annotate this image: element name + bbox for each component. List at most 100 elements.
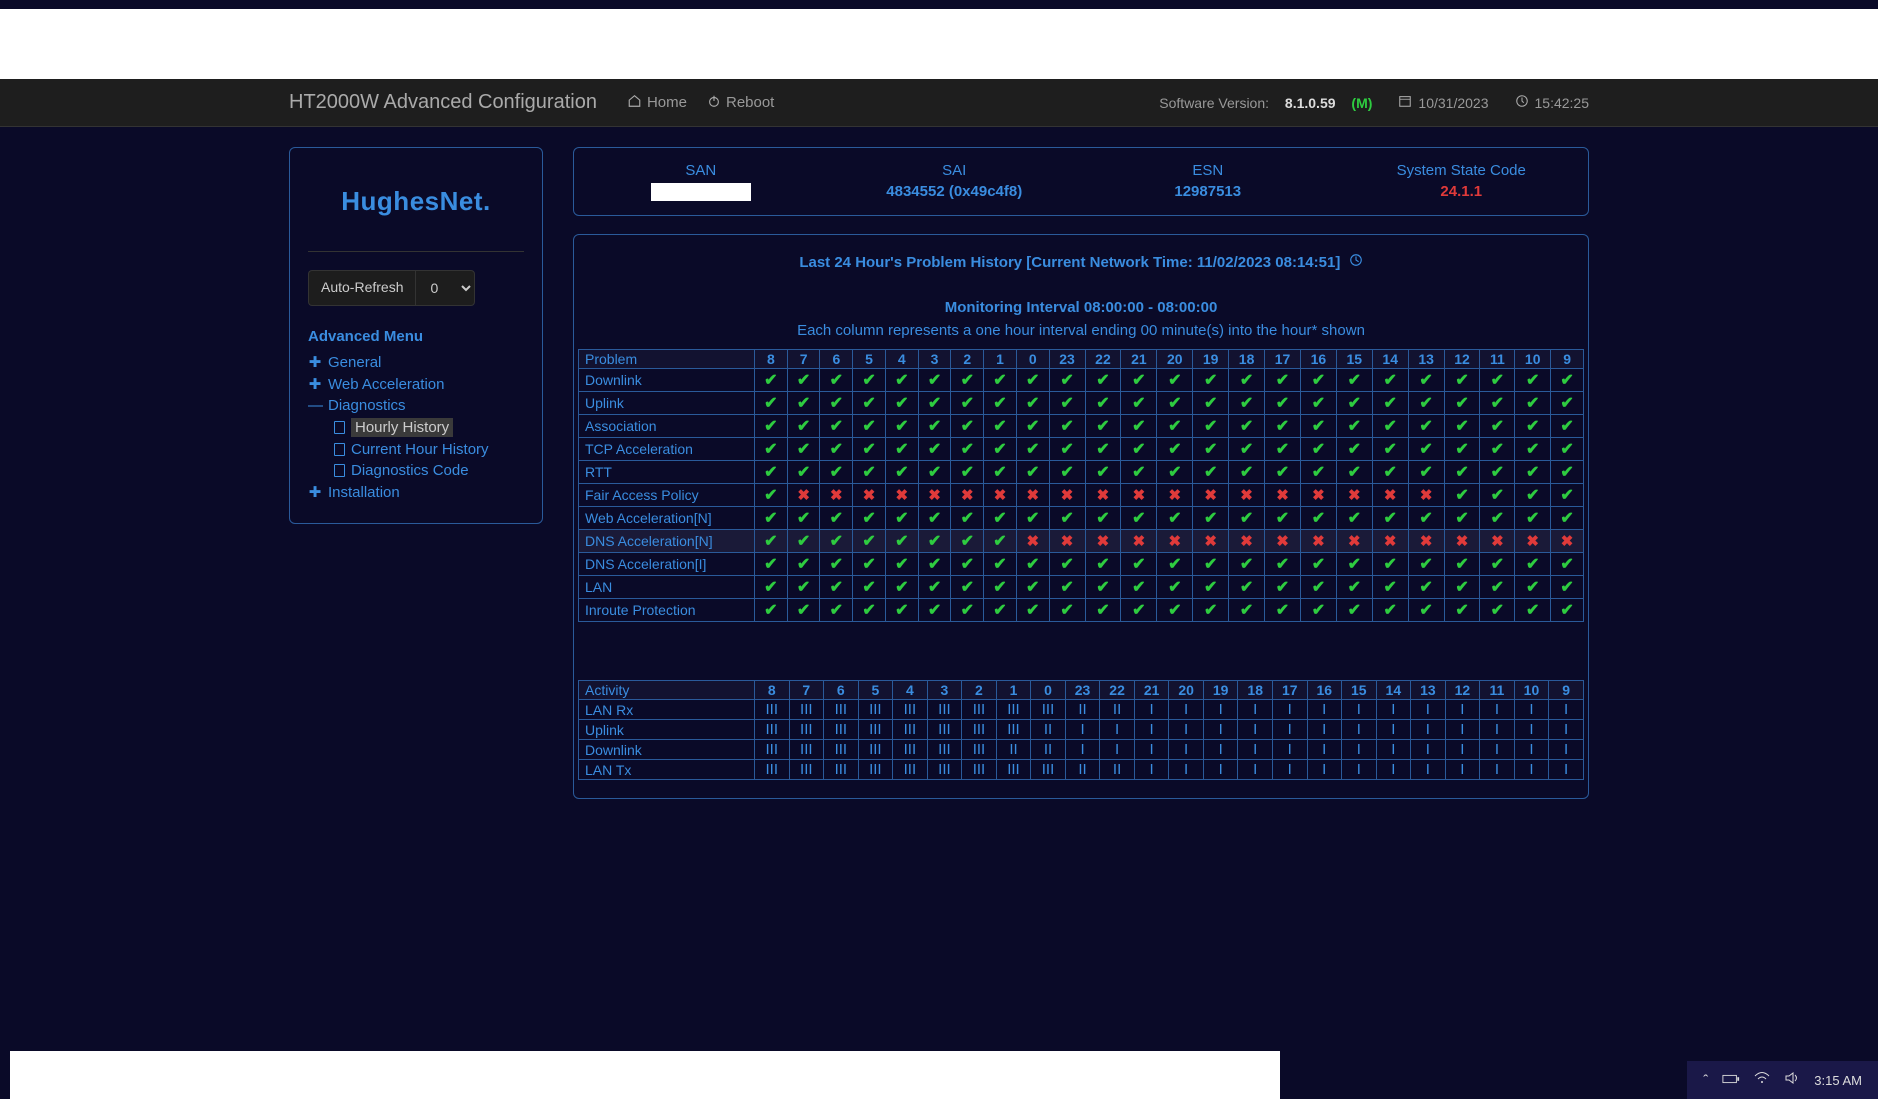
auto-refresh-select[interactable]: 0 — [415, 270, 475, 306]
activity-cell: III — [893, 700, 928, 720]
check-icon: ✔ — [1049, 369, 1085, 392]
top-navbar: HT2000W Advanced Configuration Home Rebo… — [0, 79, 1878, 127]
header-time: 15:42:25 — [1515, 94, 1590, 111]
menu-current-hour-history[interactable]: Current Hour History — [308, 439, 524, 460]
activity-cell: III — [789, 720, 824, 740]
check-icon: ✔ — [1193, 369, 1229, 392]
activity-cell: I — [1134, 760, 1169, 780]
check-icon: ✔ — [820, 530, 853, 553]
activity-row[interactable]: LAN RxIIIIIIIIIIIIIIIIIIIIIIIIIIIIIIIIII… — [579, 700, 1584, 720]
x-icon: ✖ — [820, 484, 853, 507]
activity-cell: III — [789, 740, 824, 760]
check-icon: ✔ — [1408, 553, 1444, 576]
activity-cell: I — [1445, 720, 1480, 740]
problem-row[interactable]: RTT✔✔✔✔✔✔✔✔✔✔✔✔✔✔✔✔✔✔✔✔✔✔✔✔ — [579, 461, 1584, 484]
hour-col-5: 5 — [853, 350, 886, 369]
refresh-icon[interactable] — [1349, 254, 1363, 271]
check-icon: ✔ — [1157, 415, 1193, 438]
check-icon: ✔ — [1229, 415, 1265, 438]
check-icon: ✔ — [1229, 461, 1265, 484]
check-icon: ✔ — [1016, 392, 1049, 415]
file-icon — [334, 421, 345, 434]
taskbar-time[interactable]: 3:15 AM — [1814, 1073, 1862, 1088]
hour-col-11: 11 — [1480, 681, 1515, 700]
hour-col-17: 17 — [1265, 350, 1301, 369]
check-icon: ✔ — [918, 576, 951, 599]
problem-row[interactable]: Web Acceleration[N]✔✔✔✔✔✔✔✔✔✔✔✔✔✔✔✔✔✔✔✔✔… — [579, 507, 1584, 530]
check-icon: ✔ — [885, 530, 918, 553]
hour-col-0: 0 — [1016, 350, 1049, 369]
hour-col-18: 18 — [1229, 350, 1265, 369]
hour-col-13: 13 — [1408, 350, 1444, 369]
x-icon: ✖ — [951, 484, 984, 507]
browser-chrome — [0, 0, 1878, 79]
x-icon: ✖ — [1408, 530, 1444, 553]
activity-row[interactable]: UplinkIIIIIIIIIIIIIIIIIIIIIIIIIIIIIIIIII… — [579, 720, 1584, 740]
activity-cell: I — [1376, 720, 1411, 740]
check-icon: ✔ — [1372, 438, 1408, 461]
chevron-up-icon[interactable]: ˆ — [1703, 1072, 1708, 1089]
activity-cell: III — [789, 760, 824, 780]
x-icon: ✖ — [1300, 530, 1336, 553]
menu-general[interactable]: ✚General — [308, 351, 524, 373]
problem-row[interactable]: Fair Access Policy✔✖✖✖✖✖✖✖✖✖✖✖✖✖✖✖✖✖✖✖✔✔… — [579, 484, 1584, 507]
problem-row[interactable]: DNS Acceleration[I]✔✔✔✔✔✔✔✔✔✔✔✔✔✔✔✔✔✔✔✔✔… — [579, 553, 1584, 576]
problem-row[interactable]: LAN✔✔✔✔✔✔✔✔✔✔✔✔✔✔✔✔✔✔✔✔✔✔✔✔ — [579, 576, 1584, 599]
menu-diagnostics-code[interactable]: Diagnostics Code — [308, 460, 524, 481]
problem-row[interactable]: Uplink✔✔✔✔✔✔✔✔✔✔✔✔✔✔✔✔✔✔✔✔✔✔✔✔ — [579, 392, 1584, 415]
activity-cell: I — [1342, 720, 1377, 740]
hour-col-22: 22 — [1100, 681, 1135, 700]
check-icon: ✔ — [1480, 553, 1515, 576]
activity-cell: I — [1376, 740, 1411, 760]
problem-col-header: Problem — [579, 350, 755, 369]
x-icon: ✖ — [1016, 484, 1049, 507]
x-icon: ✖ — [1480, 530, 1515, 553]
check-icon: ✔ — [1121, 415, 1157, 438]
x-icon: ✖ — [1193, 484, 1229, 507]
activity-cell: I — [1134, 720, 1169, 740]
reboot-link[interactable]: Reboot — [707, 94, 774, 112]
check-icon: ✔ — [853, 415, 886, 438]
check-icon: ✔ — [1229, 438, 1265, 461]
menu-hourly-history[interactable]: Hourly History — [308, 416, 524, 439]
plus-icon: ✚ — [308, 375, 322, 393]
home-link[interactable]: Home — [627, 94, 687, 112]
home-icon — [627, 94, 642, 112]
wifi-icon[interactable] — [1754, 1071, 1770, 1089]
check-icon: ✔ — [1444, 484, 1480, 507]
menu-diagnostics[interactable]: —Diagnostics — [308, 395, 524, 416]
check-icon: ✔ — [1016, 553, 1049, 576]
x-icon: ✖ — [787, 484, 820, 507]
check-icon: ✔ — [1016, 461, 1049, 484]
check-icon: ✔ — [1372, 369, 1408, 392]
check-icon: ✔ — [984, 392, 1017, 415]
activity-cell: III — [824, 700, 859, 720]
check-icon: ✔ — [1265, 369, 1301, 392]
check-icon: ✔ — [1515, 415, 1551, 438]
check-icon: ✔ — [1551, 576, 1584, 599]
activity-row[interactable]: DownlinkIIIIIIIIIIIIIIIIIIIIIIIIIIIIIIII… — [579, 740, 1584, 760]
check-icon: ✔ — [918, 461, 951, 484]
check-icon: ✔ — [1480, 507, 1515, 530]
menu-installation[interactable]: ✚Installation — [308, 481, 524, 503]
check-icon: ✔ — [787, 530, 820, 553]
menu-web-acceleration[interactable]: ✚Web Acceleration — [308, 373, 524, 395]
volume-icon[interactable] — [1784, 1071, 1800, 1089]
activity-cell: II — [1065, 760, 1100, 780]
x-icon: ✖ — [1085, 530, 1121, 553]
check-icon: ✔ — [1336, 392, 1372, 415]
problem-row[interactable]: Downlink✔✔✔✔✔✔✔✔✔✔✔✔✔✔✔✔✔✔✔✔✔✔✔✔ — [579, 369, 1584, 392]
x-icon: ✖ — [1551, 530, 1584, 553]
check-icon: ✔ — [1551, 438, 1584, 461]
x-icon: ✖ — [1336, 484, 1372, 507]
activity-row[interactable]: LAN TxIIIIIIIIIIIIIIIIIIIIIIIIIIIIIIIIII… — [579, 760, 1584, 780]
problem-row[interactable]: DNS Acceleration[N]✔✔✔✔✔✔✔✔✖✖✖✖✖✖✖✖✖✖✖✖✖… — [579, 530, 1584, 553]
problem-row[interactable]: Association✔✔✔✔✔✔✔✔✔✔✔✔✔✔✔✔✔✔✔✔✔✔✔✔ — [579, 415, 1584, 438]
problem-row[interactable]: Inroute Protection✔✔✔✔✔✔✔✔✔✔✔✔✔✔✔✔✔✔✔✔✔✔… — [579, 599, 1584, 622]
problem-row[interactable]: TCP Acceleration✔✔✔✔✔✔✔✔✔✔✔✔✔✔✔✔✔✔✔✔✔✔✔✔ — [579, 438, 1584, 461]
activity-cell: I — [1549, 760, 1584, 780]
battery-icon[interactable] — [1722, 1072, 1740, 1089]
check-icon: ✔ — [951, 438, 984, 461]
file-icon — [334, 464, 345, 477]
check-icon: ✔ — [1157, 599, 1193, 622]
